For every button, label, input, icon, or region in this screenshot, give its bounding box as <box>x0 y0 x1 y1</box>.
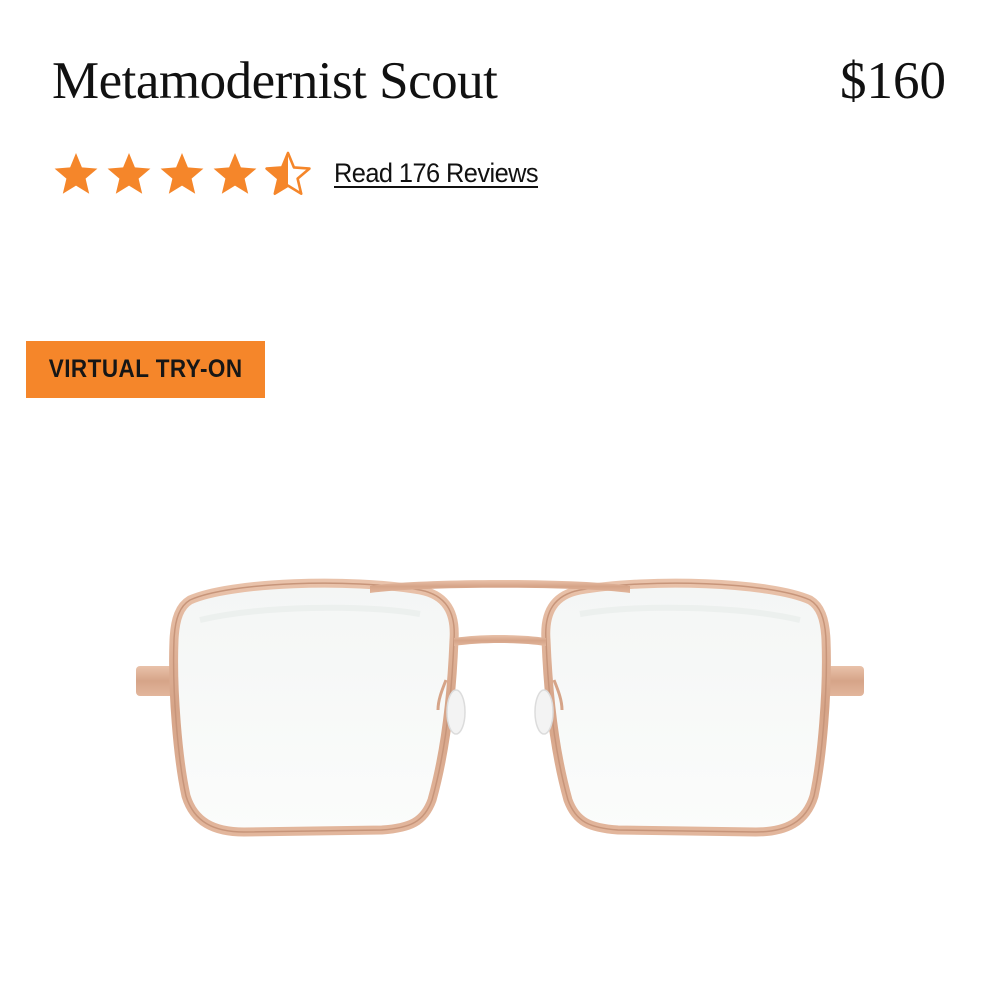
star-icon <box>52 150 100 196</box>
star-icon <box>105 150 153 196</box>
product-title: Metamodernist Scout <box>52 52 498 110</box>
product-price: $160 <box>840 52 946 110</box>
star-icon <box>211 150 259 196</box>
star-icon <box>158 150 206 196</box>
virtual-try-on-button[interactable]: VIRTUAL TRY-ON <box>26 341 265 398</box>
read-reviews-link[interactable]: Read 176 Reviews <box>334 156 539 190</box>
virtual-try-on-label: VIRTUAL TRY-ON <box>48 355 243 383</box>
star-half-icon <box>264 150 312 196</box>
product-image <box>120 560 880 860</box>
star-rating <box>52 150 312 196</box>
rating-row: Read 176 Reviews <box>52 150 551 196</box>
